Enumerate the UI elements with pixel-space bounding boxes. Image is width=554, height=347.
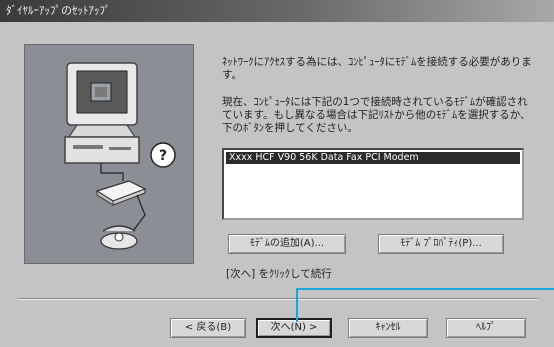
help-button[interactable]: ﾍﾙﾌﾟ bbox=[446, 318, 526, 338]
back-button[interactable]: < 戻る(B) bbox=[170, 318, 246, 338]
cancel-button[interactable]: ｷｬﾝｾﾙ bbox=[348, 318, 428, 338]
window-title: ﾀﾞｲﾔﾙｰｱｯﾌﾟのｾｯﾄｱｯﾌﾟ bbox=[6, 4, 111, 17]
svg-text:?: ? bbox=[159, 148, 167, 164]
question-bubble-icon: ? bbox=[150, 142, 176, 168]
title-bar: ﾀﾞｲﾔﾙｰｱｯﾌﾟのｾｯﾄｱｯﾌﾟ bbox=[0, 0, 554, 22]
callout-line-horizontal bbox=[296, 288, 554, 290]
dialog-window: ﾀﾞｲﾔﾙｰｱｯﾌﾟのｾｯﾄｱｯﾌﾟ ? ﾈｯﾄﾜｰｸにｱｸｾｽする為には、ｺﾝ… bbox=[0, 0, 554, 347]
telephone-icon bbox=[100, 225, 138, 250]
callout-line-vertical bbox=[296, 288, 298, 322]
hint-text: [次へ] をｸﾘｯｸして続行 bbox=[226, 268, 332, 280]
next-button[interactable]: 次へ(N) > bbox=[256, 318, 332, 338]
status-text: 現在、ｺﾝﾋﾟｭｰﾀには下記の1つで接続時されているﾓﾃﾞﾑが確認されています。… bbox=[222, 96, 531, 134]
modem-list-item-selected[interactable]: Xxxx HCF V90 56K Data Fax PCI Modem bbox=[226, 152, 520, 164]
separator bbox=[18, 298, 538, 300]
computer-modem-phone-icon: ? bbox=[64, 62, 176, 250]
modem-setup-illustration: ? bbox=[24, 44, 194, 264]
modem-icon bbox=[95, 180, 147, 206]
add-modem-button[interactable]: ﾓﾃﾞﾑの追加(A)... bbox=[228, 234, 346, 254]
computer-icon bbox=[64, 62, 140, 164]
modem-listbox[interactable]: Xxxx HCF V90 56K Data Fax PCI Modem bbox=[222, 148, 524, 220]
modem-properties-button[interactable]: ﾓﾃﾞﾑ ﾌﾟﾛﾊﾟﾃｨ(P)... bbox=[378, 234, 504, 254]
intro-text: ﾈｯﾄﾜｰｸにｱｸｾｽする為には、ｺﾝﾋﾟｭｰﾀにﾓﾃﾞﾑを接続する必要がありま… bbox=[222, 56, 532, 81]
